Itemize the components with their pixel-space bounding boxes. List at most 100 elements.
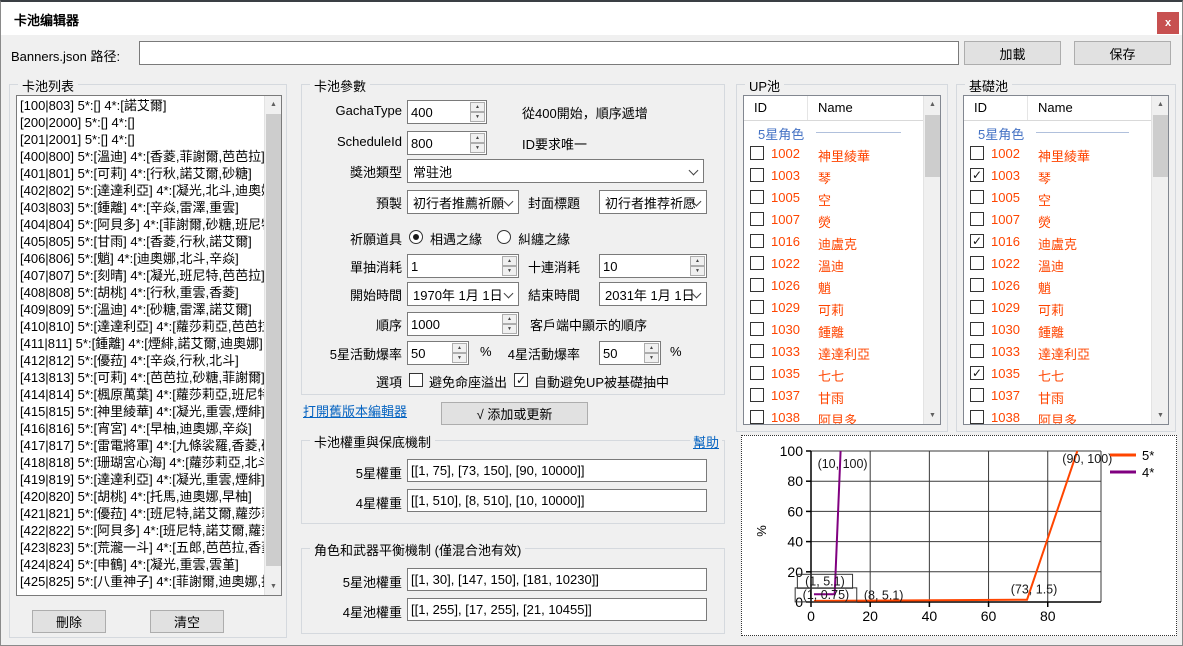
scrollbar-up-icon[interactable]: ▲: [265, 96, 282, 113]
row-checkbox[interactable]: [750, 190, 764, 204]
row-checkbox[interactable]: [750, 300, 764, 314]
character-row[interactable]: 1033達達利亞: [744, 341, 923, 363]
pool-list-item[interactable]: [413|813] 5*:[可莉] 4*:[芭芭拉,砂糖,菲謝爾]: [17, 369, 264, 386]
character-row[interactable]: 1003琴: [744, 165, 923, 187]
five-star-rate-input[interactable]: ▲▼: [407, 341, 469, 365]
pool-list-item[interactable]: [417|817] 5*:[雷電將軍] 4*:[九條裟羅,香菱,砂糖]: [17, 437, 264, 454]
pool-list-item[interactable]: [406|806] 5*:[魈] 4*:[迪奧娜,北斗,辛焱]: [17, 250, 264, 267]
row-checkbox[interactable]: [750, 234, 764, 248]
character-row[interactable]: 1022溫迪: [744, 253, 923, 275]
row-checkbox[interactable]: [750, 168, 764, 182]
order-input[interactable]: ▲▼: [407, 312, 519, 336]
spinner-up-icon[interactable]: ▲: [502, 314, 517, 324]
row-checkbox[interactable]: [970, 278, 984, 292]
radio-intertwined-fate[interactable]: [497, 230, 511, 244]
character-row[interactable]: 1037甘雨: [964, 385, 1151, 407]
up-pool-table[interactable]: ID Name 5星角色 1002神里綾華1003琴1005空1007熒1016…: [743, 95, 941, 425]
row-checkbox[interactable]: [750, 322, 764, 336]
scrollbar-thumb[interactable]: [1153, 115, 1168, 177]
character-row[interactable]: 1005空: [964, 187, 1151, 209]
scrollbar-up-icon[interactable]: ▲: [1152, 96, 1169, 113]
row-checkbox[interactable]: [970, 388, 984, 402]
pool-list-item[interactable]: [402|802] 5*:[達達利亞] 4*:[凝光,北斗,迪奧娜]: [17, 182, 264, 199]
spinner-up-icon[interactable]: ▲: [644, 343, 659, 353]
row-checkbox[interactable]: [750, 278, 764, 292]
character-row[interactable]: ✓1035七七: [964, 363, 1151, 385]
five-star-weight-input[interactable]: [407, 459, 707, 482]
checkbox-auto-avoid-up-in-base[interactable]: ✓: [514, 373, 528, 387]
character-row[interactable]: 1038阿貝多: [744, 407, 923, 424]
pool-list-item[interactable]: [415|815] 5*:[神里綾華] 4*:[凝光,重雲,煙緋]: [17, 403, 264, 420]
character-row[interactable]: 1035七七: [744, 363, 923, 385]
character-row[interactable]: 1002神里綾華: [744, 143, 923, 165]
row-checkbox[interactable]: [970, 344, 984, 358]
row-checkbox[interactable]: [750, 410, 764, 424]
radio-acquaint-fate[interactable]: [409, 230, 423, 244]
gachatype-input[interactable]: ▲▼: [407, 100, 487, 124]
character-row[interactable]: 1022溫迪: [964, 253, 1151, 275]
character-row[interactable]: 1007熒: [744, 209, 923, 231]
delete-button[interactable]: 刪除: [32, 610, 106, 633]
clear-button[interactable]: 清空: [150, 610, 224, 633]
close-button[interactable]: x: [1157, 12, 1179, 34]
pool-list-item[interactable]: [401|801] 5*:[可莉] 4*:[行秋,諾艾爾,砂糖]: [17, 165, 264, 182]
row-checkbox[interactable]: [750, 388, 764, 402]
open-legacy-editor-link[interactable]: 打開舊版本編輯器: [303, 401, 407, 420]
pool-list-scrollbar[interactable]: ▲ ▼: [264, 96, 281, 595]
character-row[interactable]: 1030鍾離: [744, 319, 923, 341]
row-checkbox[interactable]: [970, 146, 984, 160]
scrollbar-thumb[interactable]: [925, 115, 940, 177]
up-pool-scrollbar[interactable]: ▲ ▼: [923, 96, 940, 424]
pool-list-item[interactable]: [409|809] 5*:[溫迪] 4*:[砂糖,雷澤,諾艾爾]: [17, 301, 264, 318]
spinner-down-icon[interactable]: ▼: [644, 353, 659, 363]
row-checkbox-checked[interactable]: ✓: [970, 168, 984, 182]
spinner-up-icon[interactable]: ▲: [470, 102, 485, 112]
pool-list-item[interactable]: [411|811] 5*:[鍾離] 4*:[煙緋,諾艾爾,迪奧娜]: [17, 335, 264, 352]
base-pool-table[interactable]: ID Name 5星角色 1002神里綾華✓1003琴1005空1007熒✓10…: [963, 95, 1169, 425]
four-star-weight-value[interactable]: [408, 490, 706, 511]
character-row[interactable]: 1038阿貝多: [964, 407, 1151, 424]
character-row[interactable]: ✓1016迪盧克: [964, 231, 1151, 253]
character-row[interactable]: 1030鍾離: [964, 319, 1151, 341]
four-star-weight-input[interactable]: [407, 489, 707, 512]
character-row[interactable]: 1033達達利亞: [964, 341, 1151, 363]
character-row[interactable]: 1029可莉: [744, 297, 923, 319]
spinner-down-icon[interactable]: ▼: [502, 324, 517, 334]
character-row[interactable]: 1026魈: [744, 275, 923, 297]
scrollbar-thumb[interactable]: [266, 114, 281, 566]
row-checkbox[interactable]: [970, 212, 984, 226]
pool-list-item[interactable]: [100|803] 5*:[] 4*:[諾艾爾]: [17, 97, 264, 114]
row-checkbox[interactable]: [970, 300, 984, 314]
scrollbar-up-icon[interactable]: ▲: [924, 96, 941, 113]
pool-list-item[interactable]: [407|807] 5*:[刻晴] 4*:[凝光,班尼特,芭芭拉]: [17, 267, 264, 284]
scheduleid-input[interactable]: ▲▼: [407, 131, 487, 155]
load-button[interactable]: 加載: [964, 41, 1061, 65]
pool-list-item[interactable]: [418|818] 5*:[珊瑚宮心海] 4*:[蘿莎莉亞,北斗,行秋]: [17, 454, 264, 471]
spinner-up-icon[interactable]: ▲: [452, 343, 467, 353]
character-row[interactable]: 1007熒: [964, 209, 1151, 231]
end-time-picker[interactable]: 2031年 1月 1日: [599, 282, 707, 306]
row-checkbox[interactable]: [750, 146, 764, 160]
scrollbar-down-icon[interactable]: ▼: [924, 407, 941, 424]
pool-list-item[interactable]: [200|2000] 5*:[] 4*:[]: [17, 114, 264, 131]
four-star-rate-input[interactable]: ▲▼: [599, 341, 661, 365]
five-star-pool-weight-input[interactable]: [407, 568, 707, 591]
character-row[interactable]: ✓1003琴: [964, 165, 1151, 187]
character-row[interactable]: 1005空: [744, 187, 923, 209]
character-row[interactable]: 1037甘雨: [744, 385, 923, 407]
row-checkbox[interactable]: [970, 322, 984, 336]
row-checkbox-checked[interactable]: ✓: [970, 366, 984, 380]
pool-list-item[interactable]: [201|2001] 5*:[] 4*:[]: [17, 131, 264, 148]
four-star-pool-weight-value[interactable]: [408, 599, 706, 620]
spinner-down-icon[interactable]: ▼: [470, 143, 485, 153]
pool-list-item[interactable]: [410|810] 5*:[達達利亞] 4*:[蘿莎莉亞,芭芭拉,菲謝爾]: [17, 318, 264, 335]
pool-type-select[interactable]: 常驻池: [407, 159, 704, 183]
checkbox-avoid-constellation-overflow[interactable]: [409, 373, 423, 387]
pool-list[interactable]: [100|803] 5*:[] 4*:[諾艾爾][200|2000] 5*:[]…: [16, 95, 282, 596]
pool-list-item[interactable]: [423|823] 5*:[荒瀧一斗] 4*:[五郎,芭芭拉,香菱]: [17, 539, 264, 556]
four-star-pool-weight-input[interactable]: [407, 598, 707, 621]
scrollbar-down-icon[interactable]: ▼: [265, 578, 282, 595]
pool-list-item[interactable]: [405|805] 5*:[甘雨] 4*:[香菱,行秋,諾艾爾]: [17, 233, 264, 250]
spinner-down-icon[interactable]: ▼: [452, 353, 467, 363]
row-checkbox[interactable]: [970, 190, 984, 204]
